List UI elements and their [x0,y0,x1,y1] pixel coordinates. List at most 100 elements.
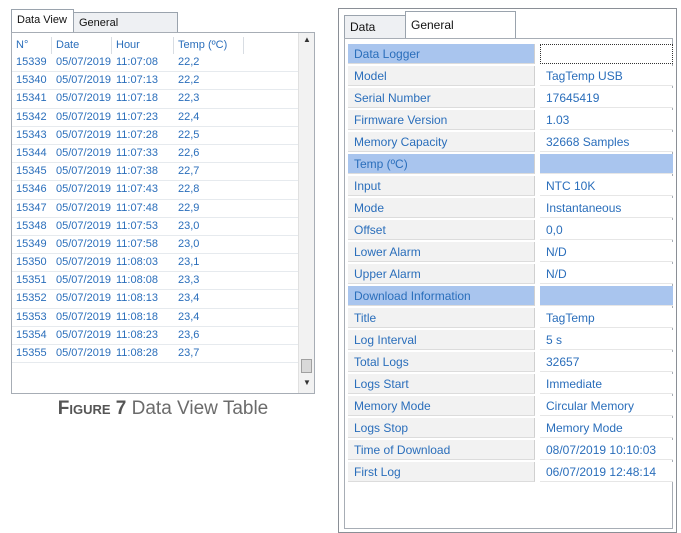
row-date-cell: 05/07/2019 [56,56,112,68]
property-row[interactable]: Offset 0,0 [348,219,673,241]
scroll-up-arrow-icon[interactable]: ▲ [299,35,315,44]
property-row[interactable]: Memory Mode Circular Memory [348,395,673,417]
table-row[interactable]: 15339 05/07/2019 11:07:08 22,2 [12,54,298,73]
property-value: 17645419 [540,88,673,108]
row-temp-cell: 23,7 [178,347,200,359]
table-row[interactable]: 15341 05/07/2019 11:07:18 22,3 [12,90,298,109]
property-row[interactable]: Upper Alarm N/D [348,263,673,285]
table-row[interactable]: 15343 05/07/2019 11:07:28 22,5 [12,127,298,145]
table-row[interactable]: 15355 05/07/2019 11:08:28 23,7 [12,345,298,364]
scrollbar-thumb[interactable] [301,359,312,373]
row-date-cell: 05/07/2019 [56,165,112,178]
property-row[interactable]: Title TagTemp [348,307,673,329]
property-value: TagTemp USB [540,66,673,86]
property-value: 32657 [540,352,673,372]
property-name: Memory Mode [348,396,535,416]
row-number-cell: 15344 [16,146,47,159]
table-row[interactable]: 15346 05/07/2019 11:07:43 22,8 [12,181,298,200]
table-row[interactable]: 15348 05/07/2019 11:07:53 23,0 [12,218,298,236]
table-row[interactable]: 15349 05/07/2019 11:07:58 23,0 [12,236,298,255]
row-temp-cell: 22,8 [178,183,200,196]
row-hour-cell: 11:07:18 [116,92,159,105]
property-name: First Log [348,462,535,482]
property-name: Input [348,176,535,196]
column-header-date[interactable]: Date [52,37,112,54]
tab-general-information[interactable]: General Information [73,12,178,49]
table-row[interactable]: 15351 05/07/2019 11:08:08 23,3 [12,272,298,291]
row-date-cell: 05/07/2019 [56,74,112,87]
row-hour-cell: 11:08:03 [116,256,159,269]
table-row[interactable]: 15352 05/07/2019 11:08:13 23,4 [12,290,298,309]
row-temp-cell: 23,4 [178,310,200,323]
property-name: Data Logger [348,44,535,64]
figure-caption: Figure 7 Data View Table [0,398,326,420]
row-temp-cell: 23,0 [178,219,200,232]
property-row[interactable]: Logs Stop Memory Mode [348,417,673,439]
row-temp-cell: 23,0 [178,237,200,250]
row-date-cell: 05/07/2019 [56,146,112,159]
left-tab-strip: Data View General Information [11,9,314,49]
row-temp-cell: 22,7 [178,165,200,178]
property-row[interactable]: Input NTC 10K [348,175,673,197]
table-row[interactable]: 15344 05/07/2019 11:07:33 22,6 [12,145,298,164]
property-name: Download Information [348,286,535,306]
tab-general-information[interactable]: General Information [405,11,516,58]
property-row[interactable]: Lower Alarm N/D [348,241,673,263]
row-temp-cell: 22,6 [178,146,200,159]
row-date-cell: 05/07/2019 [56,292,112,305]
row-date-cell: 05/07/2019 [56,256,112,269]
tab-data-view[interactable]: Data View [344,15,406,56]
scroll-down-arrow-icon[interactable]: ▼ [299,378,315,387]
property-name: Logs Start [348,374,535,394]
row-number-cell: 15350 [16,256,47,269]
table-row[interactable]: 15354 05/07/2019 11:08:23 23,6 [12,327,298,345]
row-date-cell: 05/07/2019 [56,128,112,141]
column-header-hour[interactable]: Hour [112,37,174,54]
table-row[interactable]: 15347 05/07/2019 11:07:48 22,9 [12,200,298,218]
row-number-cell: 15349 [16,237,47,250]
property-row[interactable]: Serial Number 17645419 [348,87,673,109]
property-row[interactable]: First Log 06/07/2019 12:48:14 [348,461,673,483]
row-temp-cell: 23,1 [178,256,200,269]
vertical-scrollbar[interactable]: ▲ ▼ [298,33,314,393]
row-temp-cell: 22,2 [178,56,200,68]
property-name: Serial Number [348,88,535,108]
property-row[interactable]: Mode Instantaneous [348,197,673,219]
row-temp-cell: 23,4 [178,292,200,305]
property-row[interactable]: Memory Capacity 32668 Samples [348,131,673,153]
row-number-cell: 15353 [16,310,47,323]
table-row[interactable]: 15350 05/07/2019 11:08:03 23,1 [12,254,298,273]
data-table-header: N° Date Hour Temp (ºC) [12,37,298,54]
property-name: Temp (ºC) [348,154,535,174]
property-row[interactable]: Firmware Version 1.03 [348,109,673,131]
column-header-temp[interactable]: Temp (ºC) [174,37,244,54]
section-header-row[interactable]: Download Information [348,285,673,307]
row-number-cell: 15347 [16,201,47,214]
property-value: TagTemp [540,308,673,328]
property-row[interactable]: Total Logs 32657 [348,351,673,373]
property-value: Memory Mode [540,418,673,438]
column-header-number[interactable]: N° [12,37,52,54]
property-value: Circular Memory [540,396,673,416]
property-row[interactable]: Model TagTemp USB [348,65,673,87]
property-value[interactable] [540,44,673,64]
tab-data-view[interactable]: Data View [11,9,74,32]
property-row[interactable]: Time of Download 08/07/2019 10:10:03 [348,439,673,461]
property-row[interactable]: Logs Start Immediate [348,373,673,395]
row-hour-cell: 11:07:33 [116,146,159,159]
section-header-row[interactable]: Temp (ºC) [348,153,673,175]
section-header-row[interactable]: Data Logger [348,43,673,65]
property-value [540,286,673,306]
table-row[interactable]: 15342 05/07/2019 11:07:23 22,4 [12,109,298,127]
property-row[interactable]: Log Interval 5 s [348,329,673,351]
row-temp-cell: 22,9 [178,201,200,214]
property-name: Mode [348,198,535,218]
property-value: 08/07/2019 10:10:03 [540,440,673,460]
table-row[interactable]: 15345 05/07/2019 11:07:38 22,7 [12,163,298,182]
table-row[interactable]: 15353 05/07/2019 11:08:18 23,4 [12,309,298,327]
row-hour-cell: 11:07:43 [116,183,159,196]
table-row[interactable]: 15340 05/07/2019 11:07:13 22,2 [12,72,298,91]
property-value: 06/07/2019 12:48:14 [540,462,673,482]
property-name: Lower Alarm [348,242,535,262]
property-name: Time of Download [348,440,535,460]
